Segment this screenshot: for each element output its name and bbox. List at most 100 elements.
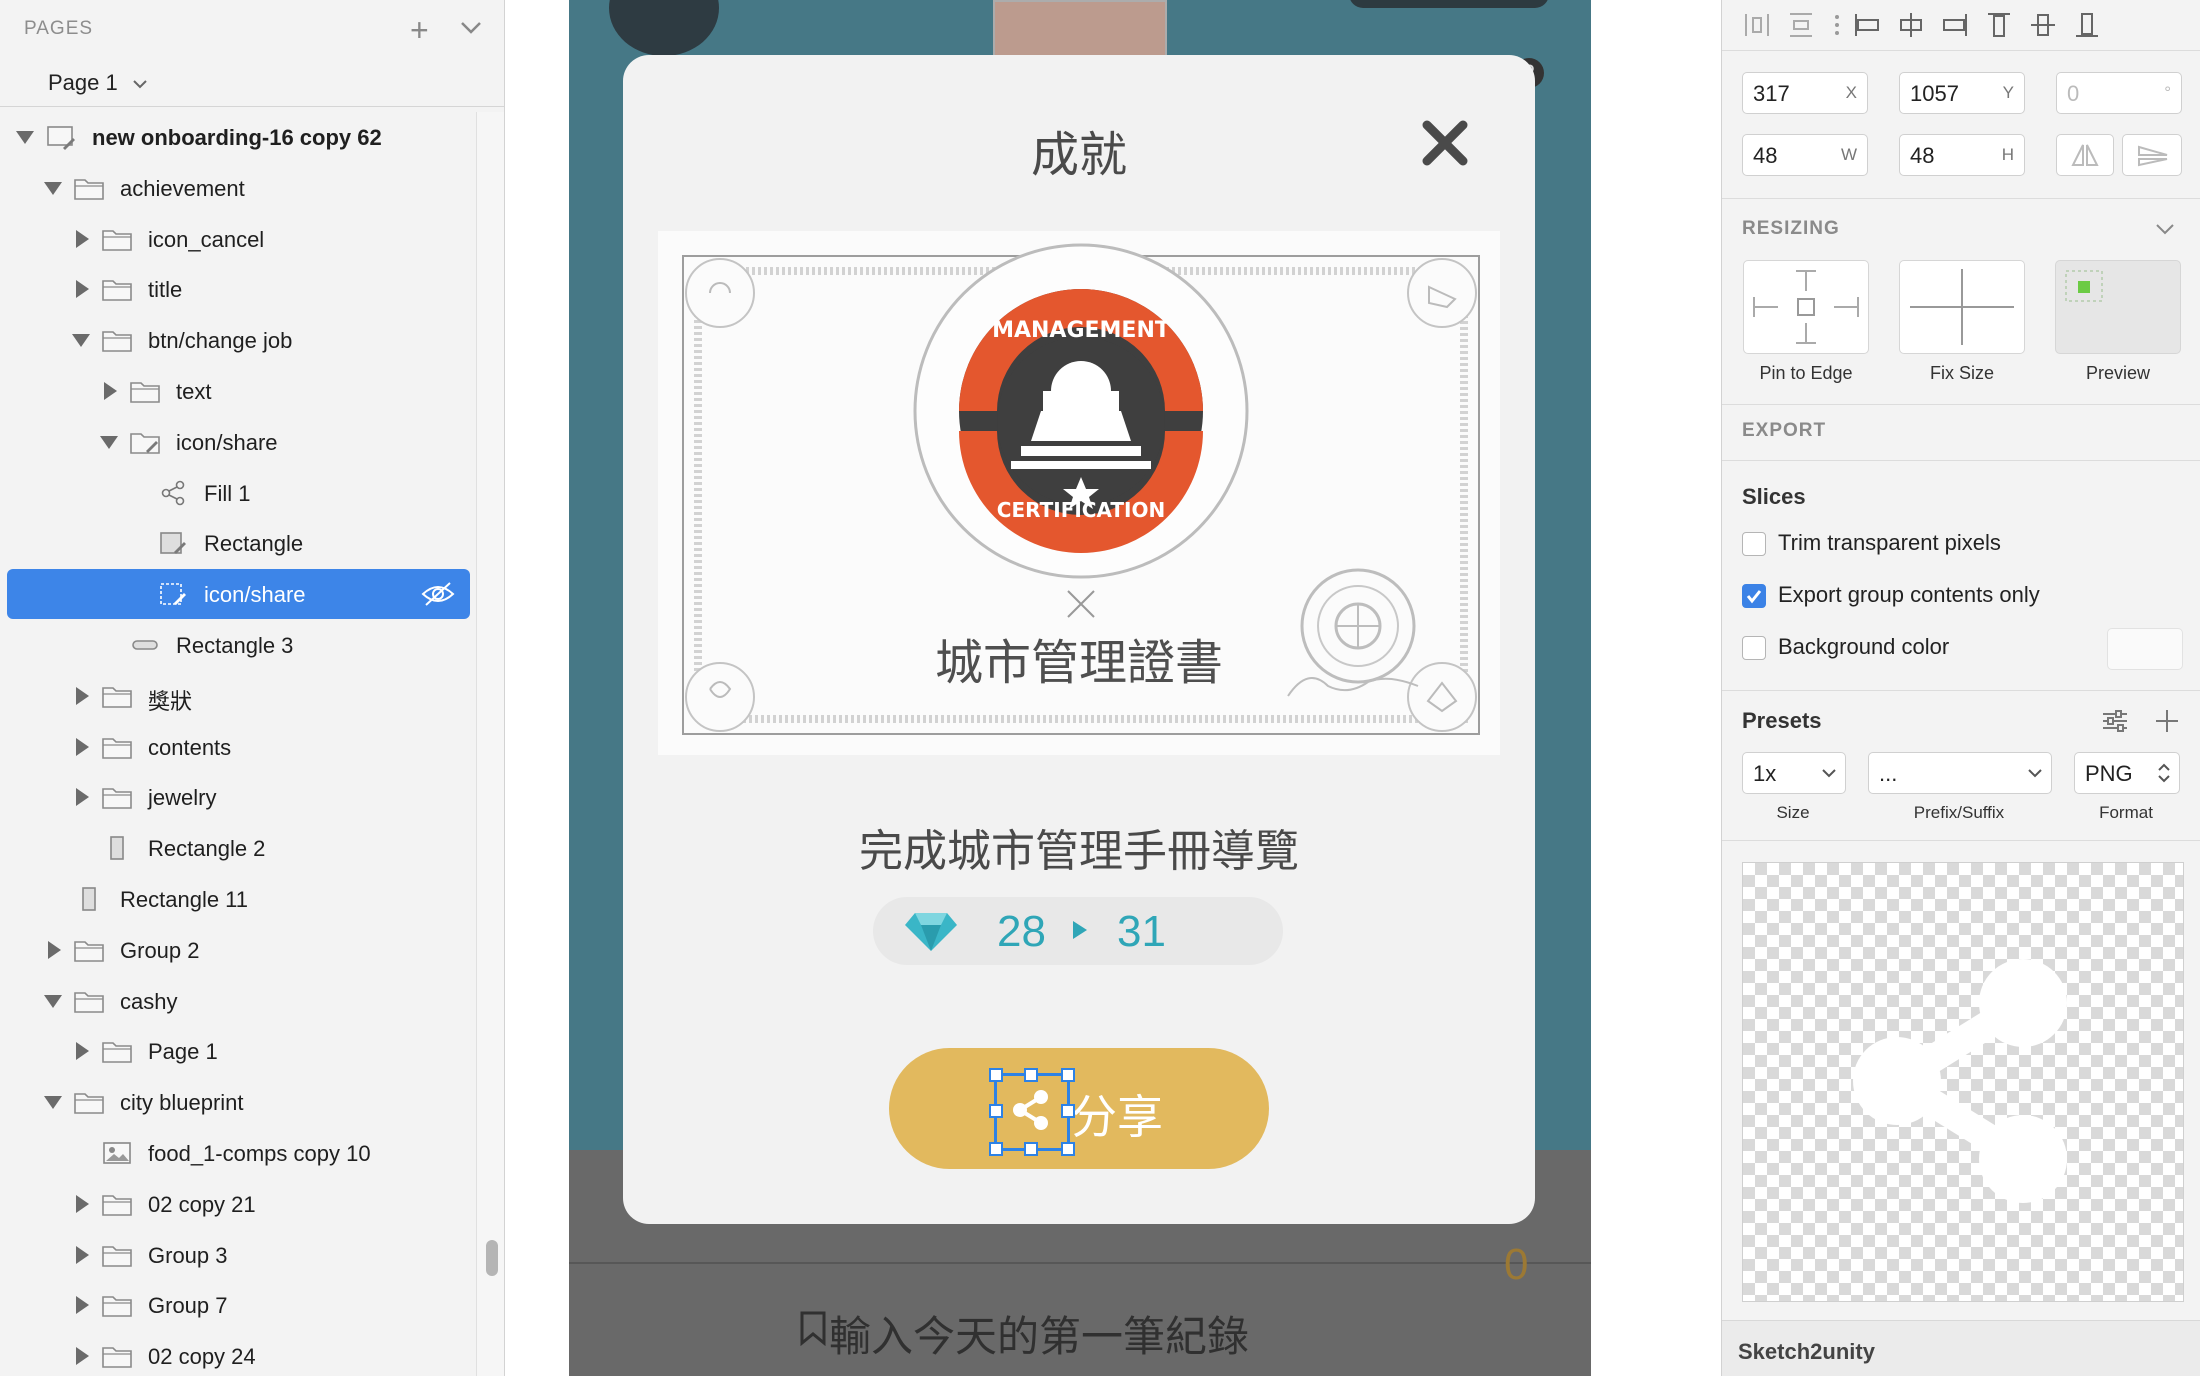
resize-handle[interactable] bbox=[1061, 1142, 1075, 1156]
disclosure-open-icon[interactable] bbox=[72, 334, 90, 348]
layer-label: jewelry bbox=[148, 785, 217, 811]
resize-handle[interactable] bbox=[989, 1142, 1003, 1156]
height-field[interactable]: 48 H bbox=[1899, 134, 2025, 176]
layer-row[interactable]: text bbox=[0, 366, 476, 416]
disclosure-closed-icon[interactable] bbox=[76, 1042, 89, 1061]
selection-bounding-box[interactable] bbox=[989, 1068, 1075, 1156]
disclosure-closed-icon[interactable] bbox=[76, 686, 89, 705]
trim-transparent-checkbox[interactable] bbox=[1742, 532, 1766, 556]
chevron-down-icon[interactable] bbox=[458, 14, 484, 40]
layer-row[interactable]: city blueprint bbox=[0, 1077, 476, 1127]
resize-preview-icon bbox=[2065, 270, 2103, 302]
folder-icon bbox=[130, 378, 160, 404]
layer-row[interactable]: Rectangle bbox=[0, 518, 476, 568]
disclosure-open-icon[interactable] bbox=[100, 435, 118, 449]
layer-row[interactable]: Rectangle 2 bbox=[0, 823, 476, 873]
page-selector[interactable]: Page 1 bbox=[48, 70, 148, 96]
export-size-select[interactable]: 1x bbox=[1742, 752, 1846, 794]
disclosure-open-icon[interactable] bbox=[44, 181, 62, 195]
artboard[interactable]: 輸入今天的第一筆紀錄 0 2 成就 bbox=[569, 0, 1591, 1376]
layer-row[interactable]: 02 copy 21 bbox=[0, 1179, 476, 1229]
canvas[interactable]: 輸入今天的第一筆紀錄 0 2 成就 bbox=[505, 0, 1721, 1376]
flip-vertical-button[interactable] bbox=[2122, 134, 2182, 176]
rotation-field[interactable]: 0 ° bbox=[2056, 72, 2182, 114]
prefix-suffix-select[interactable]: ... bbox=[1868, 752, 2052, 794]
layer-row[interactable]: contents bbox=[0, 722, 476, 772]
divider bbox=[0, 106, 504, 107]
align-horizontal-center-icon[interactable] bbox=[1896, 10, 1926, 40]
more-options-icon[interactable] bbox=[1822, 10, 1852, 40]
add-icon[interactable] bbox=[2154, 708, 2180, 734]
sliders-icon[interactable] bbox=[2100, 708, 2130, 734]
disclosure-closed-icon[interactable] bbox=[48, 940, 61, 959]
align-bottom-icon[interactable] bbox=[2072, 10, 2102, 40]
align-vertical-center-icon[interactable] bbox=[2028, 10, 2058, 40]
disclosure-open-icon[interactable] bbox=[44, 1096, 62, 1110]
disclosure-closed-icon[interactable] bbox=[76, 280, 89, 299]
resize-handle[interactable] bbox=[1061, 1068, 1075, 1082]
scrollbar-thumb[interactable] bbox=[486, 1240, 498, 1276]
layer-row[interactable]: Group 2 bbox=[0, 925, 476, 975]
layer-row[interactable]: new onboarding-16 copy 62 bbox=[0, 112, 476, 162]
align-top-icon[interactable] bbox=[1984, 10, 2014, 40]
hidden-eye-icon[interactable] bbox=[421, 581, 455, 607]
resize-handle[interactable] bbox=[1024, 1142, 1038, 1156]
disclosure-closed-icon[interactable] bbox=[104, 382, 117, 400]
folder-icon bbox=[74, 175, 104, 201]
disclosure-open-icon[interactable] bbox=[16, 131, 34, 144]
disclosure-closed-icon[interactable] bbox=[76, 229, 89, 248]
align-left-icon[interactable] bbox=[1852, 10, 1882, 40]
resize-handle[interactable] bbox=[1061, 1104, 1075, 1118]
background-color-swatch[interactable] bbox=[2107, 628, 2183, 670]
layer-row[interactable]: jewelry bbox=[0, 772, 476, 822]
add-page-icon[interactable]: + bbox=[410, 12, 429, 48]
background-color-checkbox[interactable] bbox=[1742, 636, 1766, 660]
layer-row[interactable]: cashy bbox=[0, 976, 476, 1026]
disclosure-closed-icon[interactable] bbox=[76, 1347, 89, 1366]
fix-size-option[interactable] bbox=[1899, 260, 2025, 354]
chevron-down-icon[interactable] bbox=[2154, 220, 2176, 238]
layer-row[interactable]: icon_cancel bbox=[0, 214, 476, 264]
x-position-field[interactable]: 317 X bbox=[1742, 72, 1868, 114]
disclosure-closed-icon[interactable] bbox=[76, 1245, 89, 1264]
layer-label: 獎狀 bbox=[148, 688, 193, 714]
layer-row[interactable]: title bbox=[0, 264, 476, 314]
disclosure-closed-icon[interactable] bbox=[76, 737, 89, 756]
layer-row[interactable]: Rectangle 11 bbox=[0, 874, 476, 924]
share-button[interactable]: 分享 bbox=[889, 1048, 1269, 1169]
layer-row[interactable]: icon/share bbox=[0, 417, 476, 467]
layer-row[interactable]: Page 1 bbox=[0, 1026, 476, 1076]
folder-icon bbox=[102, 1242, 132, 1268]
disclosure-closed-icon[interactable] bbox=[76, 788, 89, 807]
height-value: 48 bbox=[1910, 143, 1935, 168]
layer-row[interactable]: achievement bbox=[0, 163, 476, 213]
disclosure-open-icon[interactable] bbox=[44, 994, 62, 1008]
y-position-field[interactable]: 1057 Y bbox=[1899, 72, 2025, 114]
disclosure-closed-icon[interactable] bbox=[76, 1296, 89, 1315]
layer-row[interactable]: btn/change job bbox=[0, 315, 476, 365]
disclosure-closed-icon[interactable] bbox=[76, 1194, 89, 1213]
achievement-description: 完成城市管理手冊導覽 bbox=[859, 827, 1299, 876]
width-field[interactable]: 48 W bbox=[1742, 134, 1868, 176]
resize-handle[interactable] bbox=[1024, 1068, 1038, 1082]
export-format-select[interactable]: PNG bbox=[2074, 752, 2180, 794]
layer-row[interactable]: 獎狀 bbox=[0, 671, 476, 721]
scrollbar-track[interactable] bbox=[476, 112, 504, 1376]
flip-horizontal-button[interactable] bbox=[2056, 134, 2114, 176]
fix-size-label: Fix Size bbox=[1929, 363, 1994, 383]
resize-handle[interactable] bbox=[989, 1068, 1003, 1082]
layer-row[interactable]: Group 3 bbox=[0, 1230, 476, 1280]
pin-to-edge-option[interactable] bbox=[1743, 260, 1869, 354]
layer-row[interactable]: Group 7 bbox=[0, 1280, 476, 1330]
distribute-vertical-icon[interactable] bbox=[1786, 10, 1816, 40]
layer-row[interactable]: food_1-comps copy 10 bbox=[0, 1128, 476, 1178]
layer-row[interactable]: Rectangle 3 bbox=[0, 620, 476, 670]
export-group-checkbox[interactable] bbox=[1742, 584, 1766, 608]
distribute-horizontal-icon[interactable] bbox=[1742, 10, 1772, 40]
layer-row[interactable]: icon/share bbox=[7, 569, 470, 620]
layer-row[interactable]: 02 copy 24 bbox=[0, 1331, 476, 1376]
resize-handle[interactable] bbox=[989, 1104, 1003, 1118]
align-right-icon[interactable] bbox=[1940, 10, 1970, 40]
close-icon[interactable] bbox=[1419, 117, 1471, 169]
layer-row[interactable]: Fill 1 bbox=[0, 468, 476, 518]
